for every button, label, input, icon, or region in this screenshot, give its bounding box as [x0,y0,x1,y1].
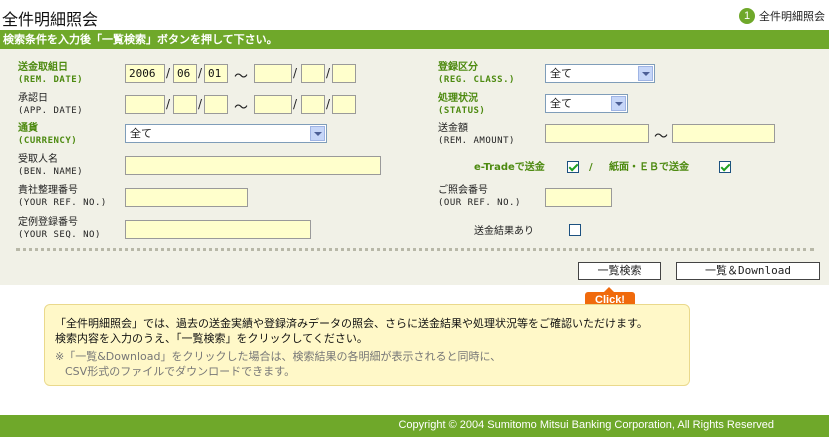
rem-date-to-day[interactable] [332,64,356,83]
rem-amount-label: 送金額 (REM. AMOUNT) [438,123,515,146]
chevron-down-icon[interactable] [310,126,325,141]
info-box: 「全件明細照会」では、過去の送金実績や登録済みデータの照会、さらに送金結果や処理… [44,304,690,386]
info-line-4: CSV形式のファイルでダウンロードできます。 [65,365,296,378]
rem-amount-to[interactable] [672,124,775,143]
reg-class-select[interactable]: 全て [545,64,655,83]
our-ref-input[interactable] [545,188,612,207]
your-ref-input[interactable] [125,188,248,207]
app-date-label: 承認日 (APP. DATE) [18,93,84,116]
result-checkbox[interactable] [569,224,581,236]
info-line-1: 「全件明細照会」では、過去の送金実績や登録済みデータの照会、さらに送金結果や処理… [55,317,648,330]
page-title: 全件明細照会 [2,10,99,29]
result-label: 送金結果あり [474,226,534,237]
etrade-checkbox[interactable] [567,161,579,173]
currency-select[interactable]: 全て [125,124,327,143]
status-select[interactable]: 全て [545,94,628,113]
step-number-icon: 1 [739,8,755,24]
step-label: 全件明細照会 [759,10,825,23]
rem-date-to-month[interactable] [301,64,325,83]
your-ref-label: 貴社整理番号 (YOUR REF. NO.) [18,185,107,208]
app-date-to-month[interactable] [301,95,325,114]
paper-eb-label: 紙面・ＥＢで送金 [609,162,689,173]
rem-date-from-day[interactable] [204,64,228,83]
list-search-button[interactable]: 一覧検索 [578,262,661,280]
app-date-from-month[interactable] [173,95,197,114]
app-date-from-day[interactable] [204,95,228,114]
step-indicator: 1 全件明細照会 [739,8,825,24]
reg-class-label: 登録区分 (REG. CLASS.) [438,62,515,85]
chevron-down-icon[interactable] [638,66,653,81]
list-download-button[interactable]: 一覧＆Download [676,262,820,280]
etrade-label: e-Tradeで送金 [474,162,545,173]
rem-date-label: 送金取組日 (REM. DATE) [18,62,84,85]
copyright-text: Copyright © 2004 Sumitomo Mitsui Banking… [398,419,774,431]
info-line-2: 検索内容を入力のうえ、「一覧検索」をクリックしてください。 [55,332,368,345]
ben-name-input[interactable] [125,156,381,175]
status-label: 処理状況 (STATUS) [438,93,486,116]
info-line-3: ※「一覧&Download」をクリックした場合は、検索結果の各明細が表示されると… [55,350,502,363]
our-ref-label: ご照会番号 (OUR REF. NO.) [438,185,521,208]
separator-text: / [589,162,593,173]
app-date-to-day[interactable] [332,95,356,114]
rem-date-from-month[interactable] [173,64,197,83]
chevron-down-icon[interactable] [611,96,626,111]
your-seq-label: 定例登録番号 (YOUR SEQ. NO) [18,217,101,240]
app-date-to-year[interactable] [254,95,292,114]
instruction-text: 検索条件を入力後「一覧検索」ボタンを押して下さい。 [3,33,278,46]
currency-label: 通貨 (CURRENCY) [18,123,78,146]
footer: Copyright © 2004 Sumitomo Mitsui Banking… [0,415,829,437]
ben-name-label: 受取人名 (BEN. NAME) [18,154,84,177]
divider [16,248,814,251]
your-seq-input[interactable] [125,220,311,239]
instruction-bar: 検索条件を入力後「一覧検索」ボタンを押して下さい。 [0,30,829,49]
app-date-from-year[interactable] [125,95,165,114]
rem-date-to-year[interactable] [254,64,292,83]
paper-eb-checkbox[interactable] [719,161,731,173]
rem-amount-from[interactable] [545,124,649,143]
rem-date-from-year[interactable] [125,64,165,83]
